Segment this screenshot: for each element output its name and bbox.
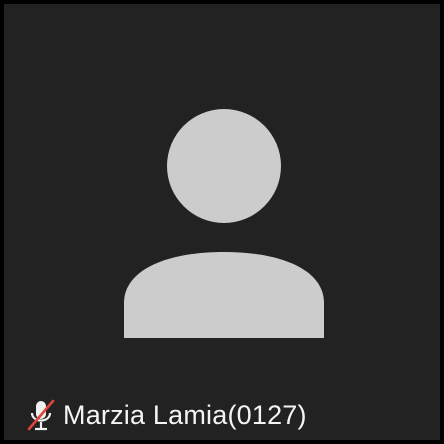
avatar-body [124, 252, 324, 338]
video-tile[interactable]: Marzia Lamia(0127) [0, 0, 444, 444]
mic-muted-icon [27, 399, 55, 431]
participant-name: Marzia Lamia(0127) [63, 400, 307, 430]
participant-name-plate: Marzia Lamia(0127) [25, 397, 307, 433]
avatar-head [167, 109, 281, 223]
person-placeholder-icon [124, 109, 324, 338]
